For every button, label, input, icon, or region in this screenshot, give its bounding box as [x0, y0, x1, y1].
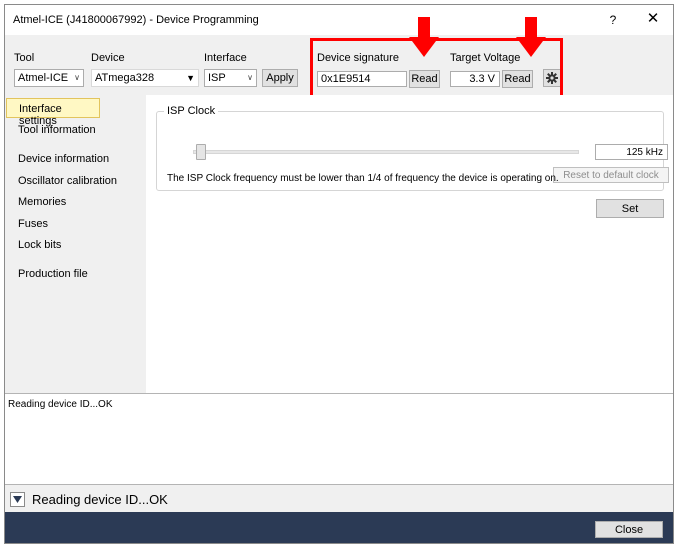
device-select[interactable]: ATmega328 ▼ [91, 69, 199, 87]
close-button[interactable]: Close [595, 521, 663, 538]
chevron-down-icon: ∨ [74, 73, 80, 82]
isp-clock-info-text: The ISP Clock frequency must be lower th… [167, 173, 559, 184]
status-bar: Reading device ID...OK [5, 485, 673, 512]
interface-settings-panel: 125 kHz Reset to default clock ISP Clock… [146, 95, 673, 393]
device-select-value: ATmega328 [95, 72, 155, 84]
arrow-down-icon [409, 17, 439, 57]
tool-select-value: Atmel-ICE [18, 72, 69, 84]
title-bar: Atmel-ICE (J41800067992) - Device Progra… [5, 5, 673, 35]
reset-default-clock-button[interactable]: Reset to default clock [553, 167, 669, 183]
dialog-footer: Close [5, 512, 673, 543]
sidebar-item-lock-bits[interactable]: Lock bits [5, 235, 146, 255]
chevron-down-icon: ∨ [247, 73, 253, 82]
log-line: Reading device ID...OK [8, 399, 113, 410]
output-log[interactable]: Reading device ID...OK [5, 393, 673, 485]
sidebar-item-device-information[interactable]: Device information [5, 149, 146, 169]
sidebar-item-oscillator-calibration[interactable]: Oscillator calibration [5, 171, 146, 191]
device-label: Device [91, 52, 125, 64]
isp-clock-group-title: ISP Clock [164, 105, 219, 117]
interface-select-value: ISP [208, 72, 226, 84]
device-programming-window: Atmel-ICE (J41800067992) - Device Progra… [4, 4, 674, 544]
interface-label: Interface [204, 52, 247, 64]
arrow-down-icon [516, 17, 546, 57]
sidebar-item-interface-settings[interactable]: Interface settings [6, 98, 100, 127]
set-button[interactable]: Set [596, 199, 664, 218]
sidebar-item-memories[interactable]: Memories [5, 192, 146, 212]
chevron-down-icon [13, 496, 22, 503]
isp-clock-slider-track[interactable] [193, 150, 579, 154]
isp-clock-field[interactable]: 125 kHz [595, 144, 668, 160]
isp-clock-slider-thumb[interactable] [195, 144, 206, 160]
caret-down-icon: ▼ [186, 73, 195, 83]
tool-select[interactable]: Atmel-ICE ∨ [14, 69, 84, 87]
window-close-button[interactable]: ✕ [645, 11, 661, 27]
tool-label: Tool [14, 52, 35, 64]
sidebar-item-tool-information[interactable]: Tool information [5, 120, 146, 140]
apply-button[interactable]: Apply [262, 69, 298, 87]
status-text: Reading device ID...OK [32, 492, 168, 507]
sidebar: Interface settings Tool information Devi… [5, 95, 146, 393]
sidebar-item-production-file[interactable]: Production file [5, 264, 146, 284]
sidebar-item-fuses[interactable]: Fuses [5, 214, 146, 234]
status-expand-button[interactable] [10, 492, 25, 507]
help-button[interactable]: ? [605, 13, 621, 27]
interface-select[interactable]: ISP ∨ [204, 69, 257, 87]
window-title: Atmel-ICE (J41800067992) - Device Progra… [13, 14, 259, 26]
